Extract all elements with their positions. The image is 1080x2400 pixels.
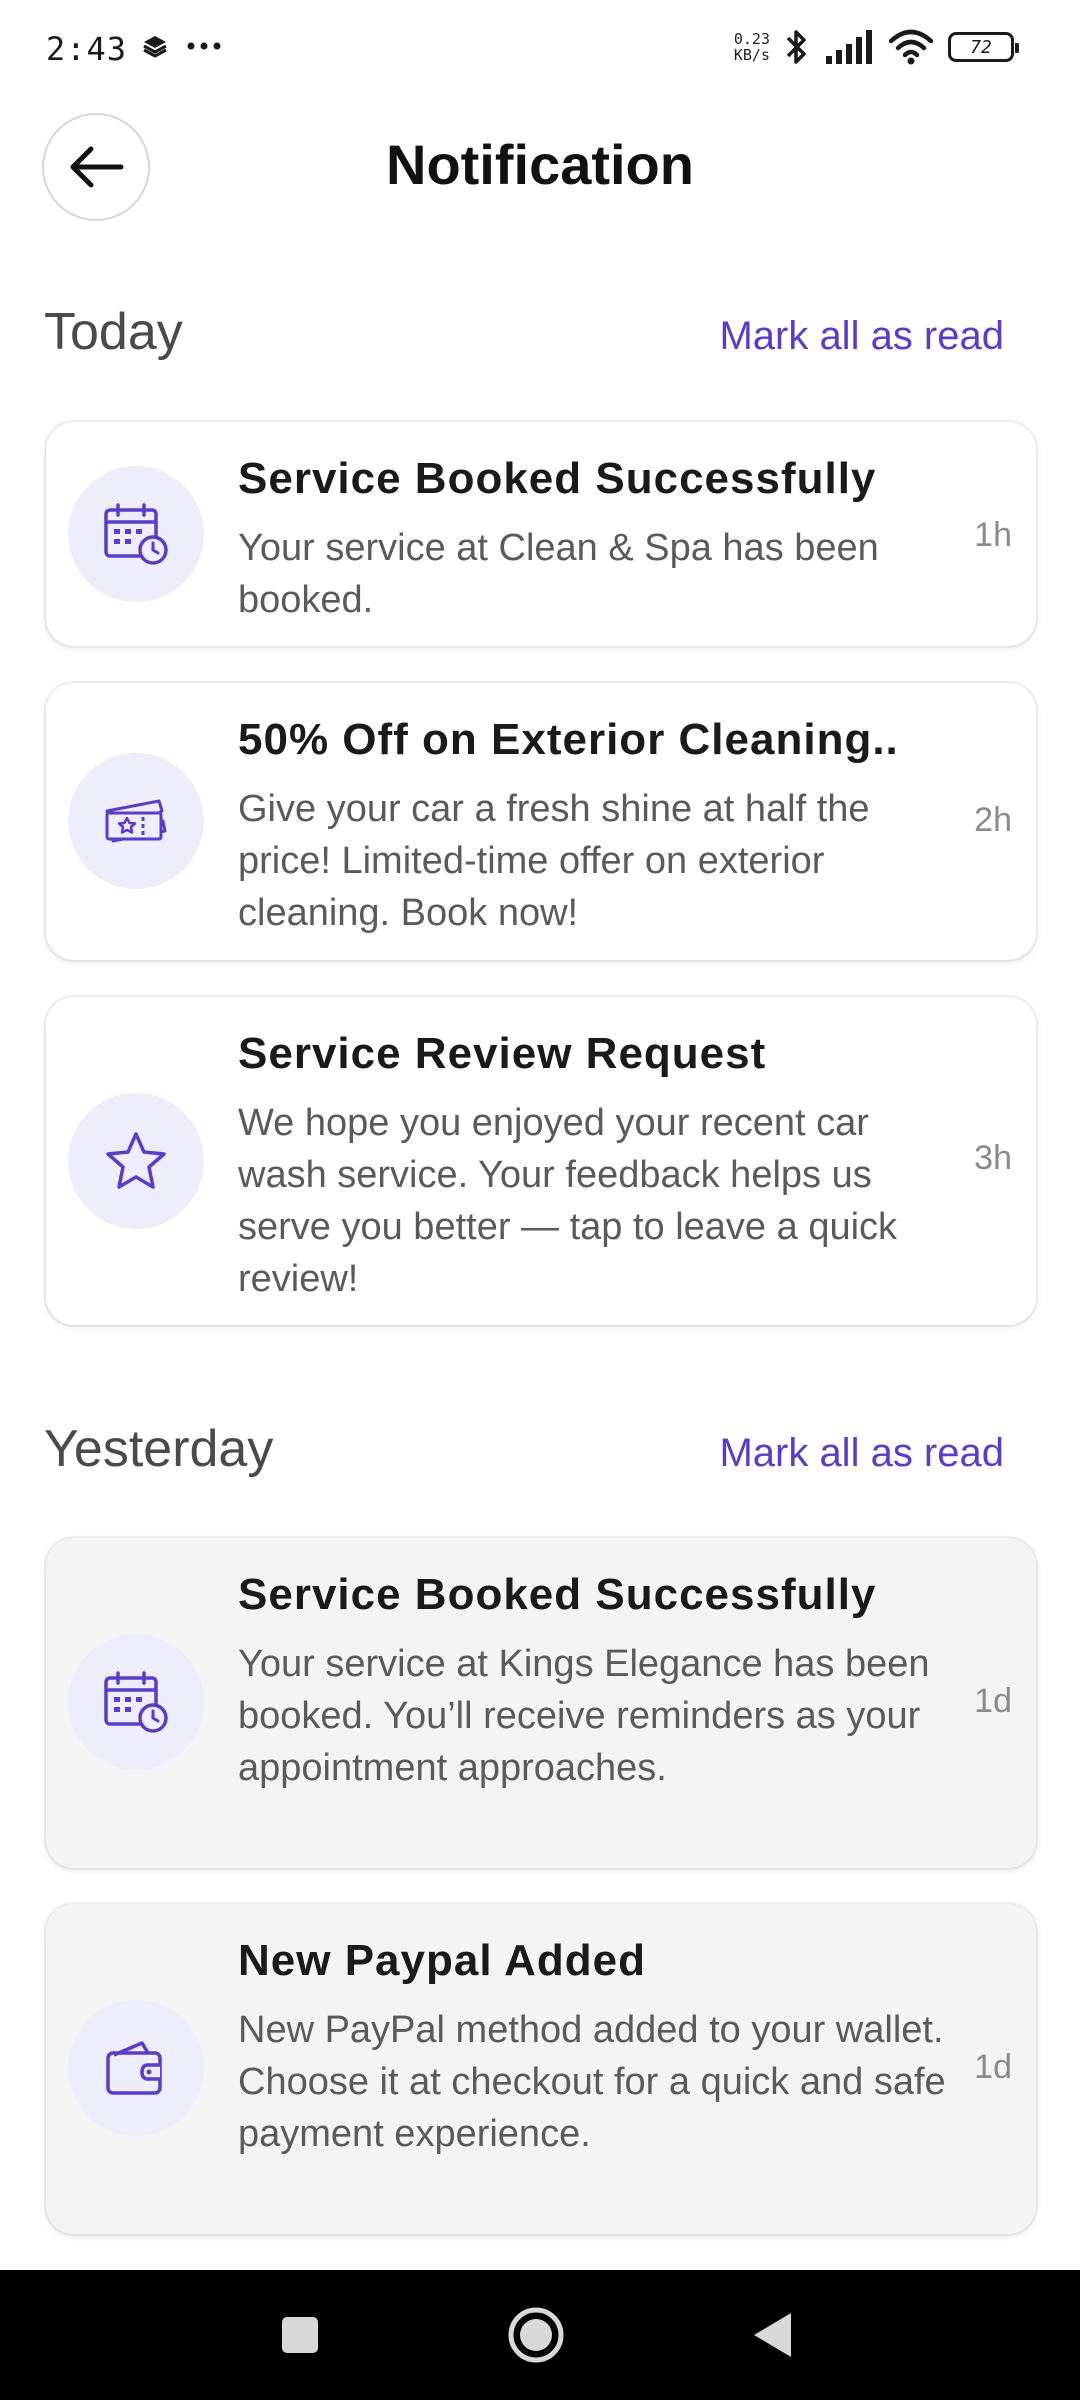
notification-card[interactable]: 50% Off on Exterior Cleaning.. Give your… [46, 683, 1036, 960]
ticket-icon [105, 799, 167, 843]
mark-all-read-yesterday[interactable]: Mark all as read [719, 1431, 1004, 1476]
page-title: Notification [386, 133, 694, 196]
notification-card[interactable]: New Paypal Added New PayPal method added… [46, 1904, 1036, 2234]
notification-time: 3h [974, 1139, 1012, 1177]
notification-title: 50% Off on Exterior Cleaning.. [238, 715, 899, 764]
notification-card[interactable]: Service Booked Successfully Your service… [46, 1538, 1036, 1868]
notification-card[interactable]: Service Booked Successfully Your service… [46, 422, 1036, 646]
notification-title: Service Review Request [238, 1029, 767, 1078]
notification-body: Your service at Kings Elegance has been … [238, 1643, 930, 1789]
notification-body: Your service at Clean & Spa has been boo… [238, 527, 879, 621]
home-button[interactable] [476, 2270, 596, 2400]
more-dots-icon [187, 42, 221, 50]
bluetooth-icon [786, 30, 806, 64]
section-title-today: Today [44, 303, 183, 361]
notification-body: Give your car a fresh shine at half the … [238, 788, 870, 934]
status-time: 2:43 [46, 30, 128, 68]
notification-time: 1d [974, 1682, 1012, 1720]
notification-title: Service Booked Successfully [238, 454, 877, 503]
notification-icon-bg [68, 2000, 204, 2136]
calendar-clock-icon [104, 1671, 168, 1733]
notification-time: 1d [974, 2048, 1012, 2086]
notification-icon-bg [68, 466, 204, 602]
recent-apps-button[interactable] [240, 2270, 360, 2400]
wifi-icon [888, 29, 934, 65]
notification-time: 1h [974, 516, 1012, 554]
battery-indicator: 72 [948, 32, 1019, 62]
home-circle-icon [508, 2307, 564, 2363]
wallet-icon [106, 2041, 162, 2095]
notification-body: New PayPal method added to your wallet. … [238, 2009, 946, 2155]
star-icon [106, 1132, 166, 1189]
status-bar: 2:43 0.23 KB/s 72 [0, 0, 1080, 100]
triangle-back-icon [754, 2313, 791, 2357]
notification-icon-bg [68, 753, 204, 889]
calendar-clock-icon [104, 503, 168, 565]
layers-icon [143, 36, 167, 58]
mark-all-read-today[interactable]: Mark all as read [719, 314, 1004, 359]
notification-body: We hope you enjoyed your recent car wash… [238, 1102, 898, 1300]
square-icon [282, 2317, 318, 2353]
notification-time: 2h [974, 801, 1012, 839]
signal-icon [826, 30, 872, 64]
notification-title: Service Booked Successfully [238, 1570, 877, 1619]
system-nav-bar [0, 2270, 1080, 2400]
back-nav-button[interactable] [712, 2270, 832, 2400]
section-title-yesterday: Yesterday [44, 1420, 274, 1478]
network-speed: 0.23 KB/s [733, 30, 770, 64]
notification-icon-bg [68, 1634, 204, 1770]
notification-card[interactable]: Service Review Request We hope you enjoy… [46, 997, 1036, 1325]
notification-icon-bg [68, 1093, 204, 1229]
notification-title: New Paypal Added [238, 1936, 647, 1985]
